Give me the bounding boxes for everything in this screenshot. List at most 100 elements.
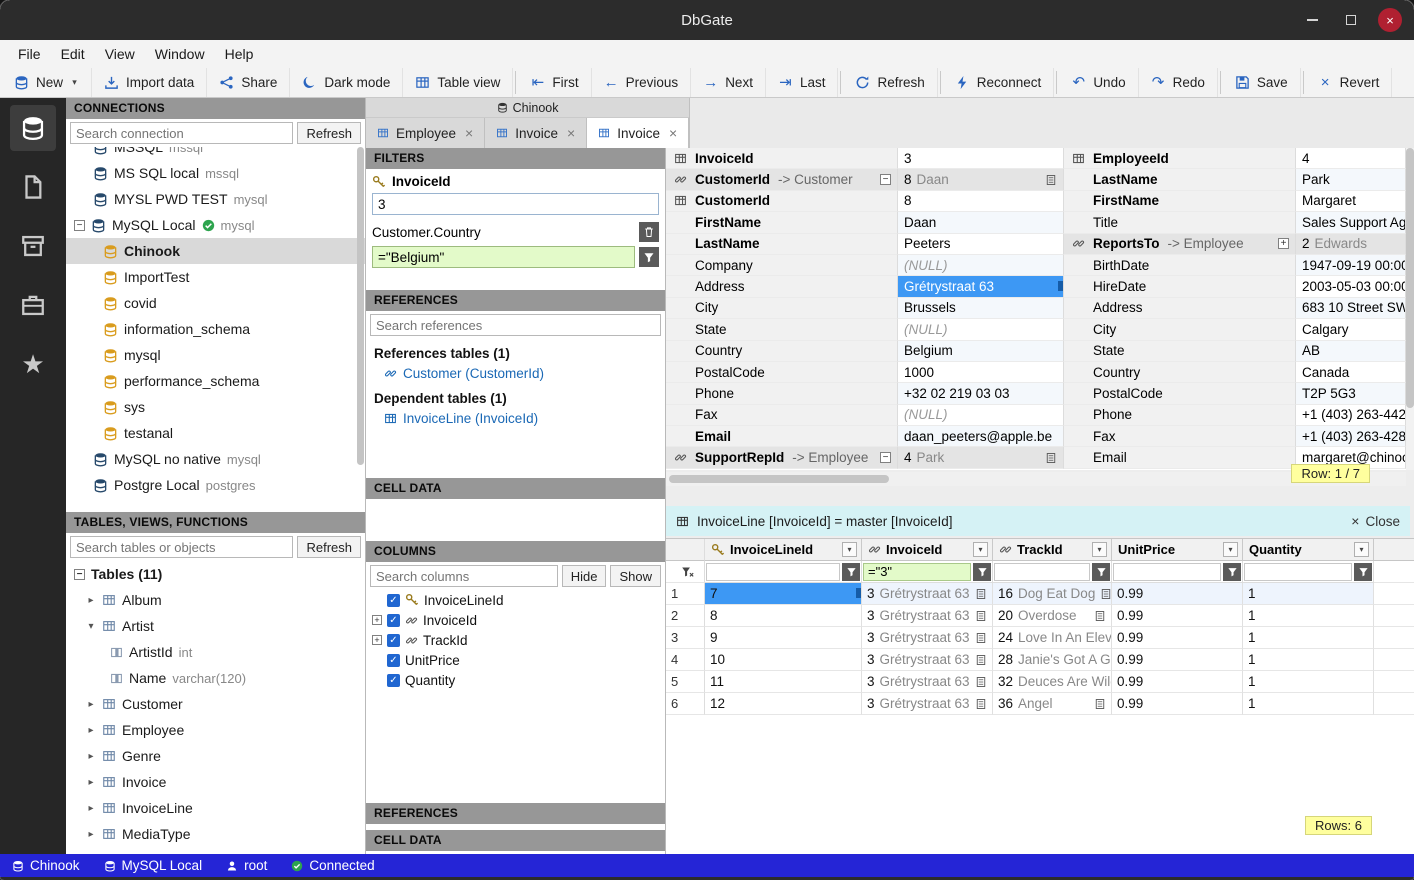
connection-postgre-local[interactable]: Postgre Localpostgres xyxy=(66,472,365,498)
form-value-customerid[interactable]: 8Daan xyxy=(898,169,1064,190)
grid-filter-quantity[interactable] xyxy=(1244,563,1352,581)
toolbar-redo-button[interactable]: ↷Redo xyxy=(1139,68,1218,97)
column-dropdown-icon[interactable]: ▾ xyxy=(973,542,988,557)
form-label-invoiceid[interactable]: InvoiceId xyxy=(666,148,898,169)
activity-connections-button[interactable] xyxy=(10,105,56,151)
form-label-firstname[interactable]: FirstName xyxy=(666,212,898,233)
column-item-quantity[interactable]: ✓Quantity xyxy=(366,670,665,690)
references-panel-header-bottom[interactable]: REFERENCES xyxy=(366,803,665,824)
clear-filters-button[interactable] xyxy=(666,561,705,583)
form-value-postalcode[interactable]: T2P 5G3 xyxy=(1296,383,1406,404)
column-dropdown-icon[interactable]: ▾ xyxy=(1354,542,1369,557)
grid-row-number[interactable]: 5 xyxy=(666,671,705,693)
remove-filter-button[interactable] xyxy=(639,222,659,242)
grid-cell-r1c4[interactable]: 0.99 xyxy=(1112,583,1243,605)
grid-row-number[interactable]: 2 xyxy=(666,605,705,627)
form-label-country[interactable]: Country xyxy=(666,341,898,362)
grid-filter-trackid[interactable] xyxy=(994,563,1090,581)
menu-view[interactable]: View xyxy=(95,43,145,65)
toolbar-undo-button[interactable]: ↶Undo xyxy=(1059,68,1138,97)
status-item-connected[interactable]: Connected xyxy=(291,858,374,873)
grid-filter-invoiceid[interactable]: ="3" xyxy=(863,563,971,581)
filter-menu-button[interactable] xyxy=(1092,563,1110,581)
tab-close-icon[interactable]: × xyxy=(669,125,677,141)
form-value-firstname[interactable]: Daan xyxy=(898,212,1064,233)
form-label-postalcode[interactable]: PostalCode xyxy=(1064,383,1296,404)
table-item-artist[interactable]: ▾Artist xyxy=(66,613,365,639)
form-value-employeeid[interactable]: 4 xyxy=(1296,148,1406,169)
reference-link-invoiceline-invoiceid[interactable]: InvoiceLine (InvoiceId) xyxy=(366,408,665,429)
grid-cell-r3c3[interactable]: 24Love In An Elevator xyxy=(993,627,1112,649)
toolbar-first-button[interactable]: ⇤First xyxy=(518,68,591,97)
grid-cell-r6c2[interactable]: 3Grétrystraat 63 xyxy=(862,693,993,715)
grid-header-invoicelineid[interactable]: InvoiceLineId▾ xyxy=(705,539,862,561)
menu-edit[interactable]: Edit xyxy=(51,43,95,65)
chevron-right-icon[interactable]: ▸ xyxy=(86,777,96,788)
collapse-toggle-icon[interactable]: − xyxy=(74,220,85,231)
form-label-country[interactable]: Country xyxy=(1064,362,1296,383)
form-value-invoiceid[interactable]: 3 xyxy=(898,148,1064,169)
grid-cell-r2c2[interactable]: 3Grétrystraat 63 xyxy=(862,605,993,627)
grid-cell-r4c4[interactable]: 0.99 xyxy=(1112,649,1243,671)
toolbar-share-button[interactable]: Share xyxy=(207,68,290,97)
column-checkbox[interactable]: ✓ xyxy=(387,634,400,647)
form-value-title[interactable]: Sales Support Agent xyxy=(1296,212,1406,233)
form-label-firstname[interactable]: FirstName xyxy=(1064,191,1296,212)
connections-refresh-button[interactable]: Refresh xyxy=(297,122,361,144)
grid-row-number[interactable]: 6 xyxy=(666,693,705,715)
grid-cell-r5c5[interactable]: 1 xyxy=(1243,671,1374,693)
form-value-city[interactable]: Calgary xyxy=(1296,319,1406,340)
form-scrollbar[interactable] xyxy=(1406,148,1414,470)
database-information-schema[interactable]: information_schema xyxy=(66,316,365,342)
grid-row-number[interactable]: 3 xyxy=(666,627,705,649)
database-importtest[interactable]: ImportTest xyxy=(66,264,365,290)
form-label-phone[interactable]: Phone xyxy=(1064,405,1296,426)
form-label-state[interactable]: State xyxy=(666,319,898,340)
chevron-right-icon[interactable]: ▸ xyxy=(86,803,96,814)
form-value-firstname[interactable]: Margaret xyxy=(1296,191,1406,212)
grid-cell-r3c4[interactable]: 0.99 xyxy=(1112,627,1243,649)
grid-cell-r4c3[interactable]: 28Janie's Got A Gun xyxy=(993,649,1112,671)
grid-cell-r3c1[interactable]: 9 xyxy=(705,627,862,649)
connection-mssql[interactable]: MSSQLmssql xyxy=(66,147,365,160)
database-testanal[interactable]: testanal xyxy=(66,420,365,446)
grid-header-unitprice[interactable]: UnitPrice▾ xyxy=(1112,539,1243,561)
form-value-supportrepid[interactable]: 4Park xyxy=(898,447,1064,468)
references-panel-header[interactable]: REFERENCES xyxy=(366,290,665,311)
cell-data-panel-header[interactable]: CELL DATA xyxy=(366,478,665,499)
form-label-birthdate[interactable]: BirthDate xyxy=(1064,255,1296,276)
grid-cell-r6c1[interactable]: 12 xyxy=(705,693,862,715)
activity-archive-button[interactable] xyxy=(10,223,56,269)
activity-favorites-button[interactable]: ★ xyxy=(10,341,56,387)
toolbar-next-button[interactable]: →Next xyxy=(691,68,766,97)
tab-invoice-1[interactable]: Invoice× xyxy=(485,118,587,148)
reference-link-customer-customerid[interactable]: Customer (CustomerId) xyxy=(366,363,665,384)
columns-search-input[interactable] xyxy=(370,565,558,587)
grid-cell-r6c3[interactable]: 36Angel xyxy=(993,693,1112,715)
column-item-name[interactable]: Namevarchar(120) xyxy=(66,665,365,691)
references-search-input[interactable] xyxy=(370,314,661,336)
form-label-email[interactable]: Email xyxy=(666,426,898,447)
filters-panel-header[interactable]: FILTERS xyxy=(366,148,665,169)
master-detail-close-button[interactable]: × Close xyxy=(1351,513,1400,529)
form-value-reportsto[interactable]: 2Edwards xyxy=(1296,234,1406,255)
grid-header-invoiceid[interactable]: InvoiceId▾ xyxy=(862,539,993,561)
form-value-country[interactable]: Belgium xyxy=(898,341,1064,362)
grid-row-number[interactable]: 1 xyxy=(666,583,705,605)
minimize-button[interactable] xyxy=(1300,8,1324,32)
form-label-city[interactable]: City xyxy=(666,298,898,319)
form-label-state[interactable]: State xyxy=(1064,341,1296,362)
form-value-postalcode[interactable]: 1000 xyxy=(898,362,1064,383)
activity-applications-button[interactable] xyxy=(10,282,56,328)
grid-cell-r1c3[interactable]: 16Dog Eat Dog xyxy=(993,583,1112,605)
form-value-hiredate[interactable]: 2003-05-03 00:00:00 xyxy=(1296,276,1406,297)
form-label-city[interactable]: City xyxy=(1064,319,1296,340)
grid-cell-r5c2[interactable]: 3Grétrystraat 63 xyxy=(862,671,993,693)
filter-menu-button[interactable] xyxy=(842,563,860,581)
column-checkbox[interactable]: ✓ xyxy=(387,654,400,667)
grid-cell-r2c1[interactable]: 8 xyxy=(705,605,862,627)
column-checkbox[interactable]: ✓ xyxy=(387,594,400,607)
form-label-postalcode[interactable]: PostalCode xyxy=(666,362,898,383)
cell-data-panel-header-bottom[interactable]: CELL DATA xyxy=(366,830,665,851)
tables-panel-header[interactable]: TABLES, VIEWS, FUNCTIONS xyxy=(66,512,365,533)
